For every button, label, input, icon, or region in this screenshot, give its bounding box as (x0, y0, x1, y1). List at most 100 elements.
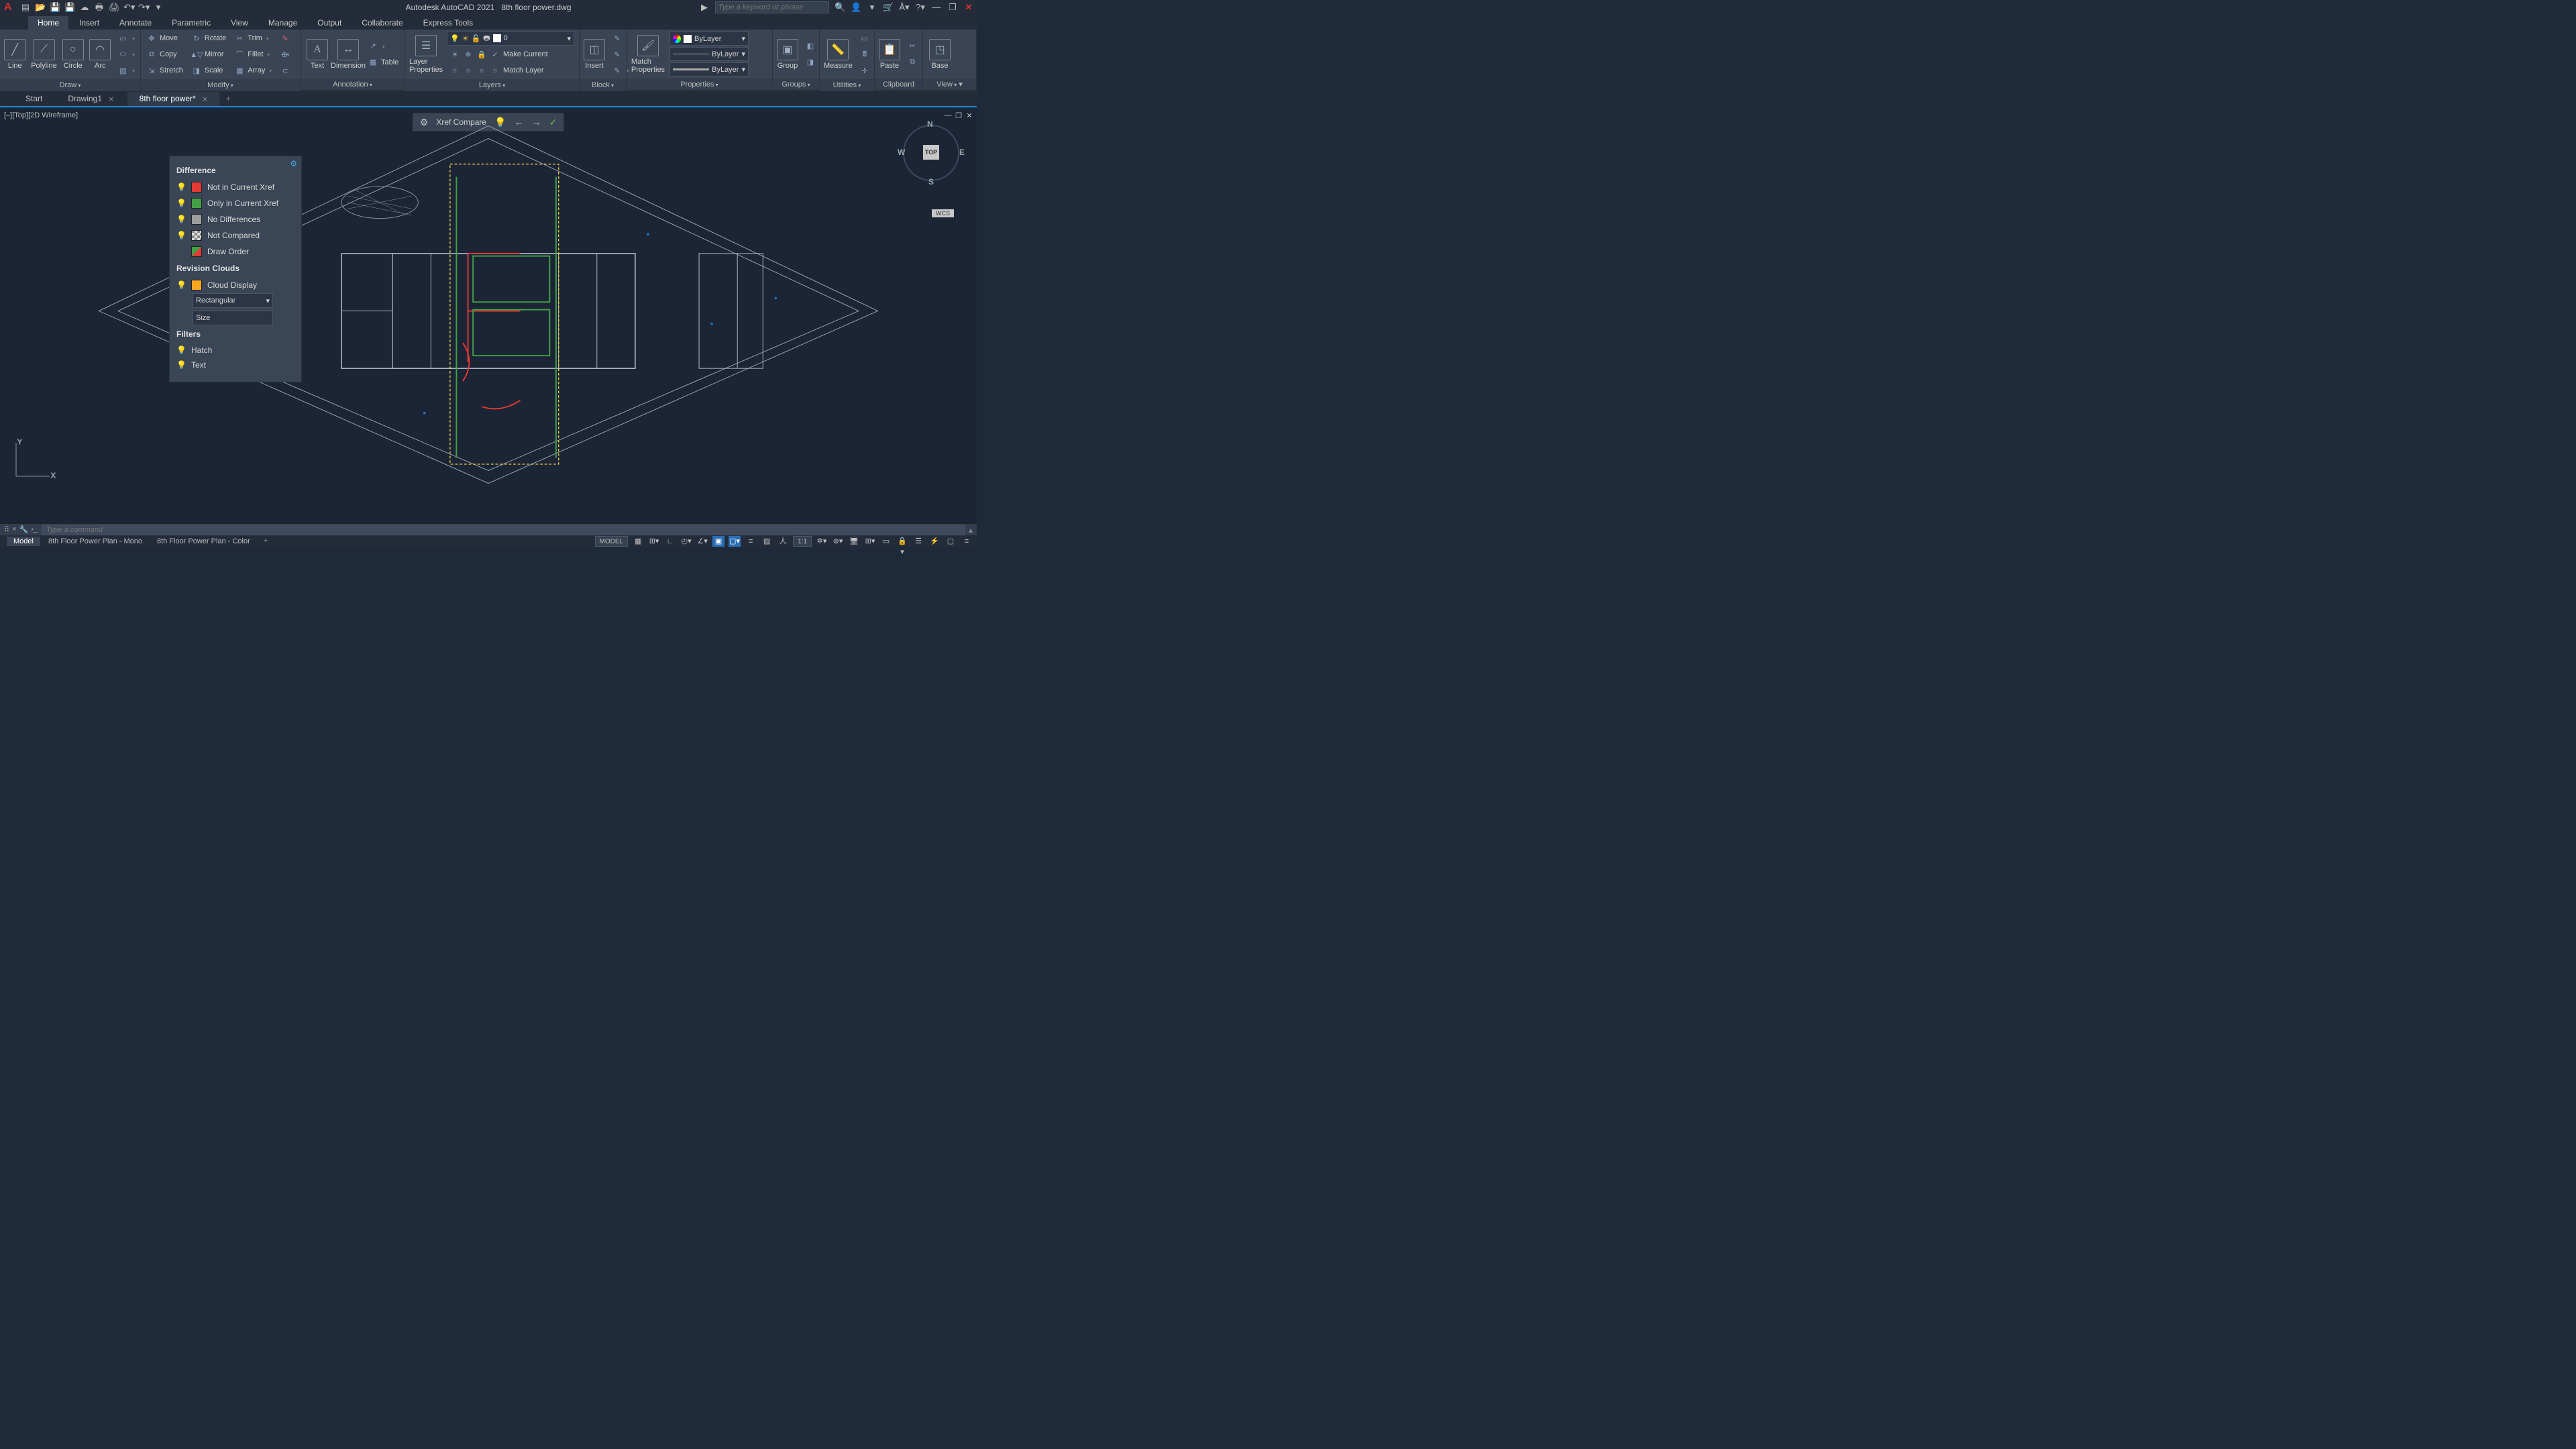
otrack-icon[interactable]: ▢▾ (729, 536, 741, 547)
bulb-icon[interactable]: 💡 (176, 182, 186, 192)
color-swatch-draworder[interactable] (191, 246, 202, 257)
ribbon-tab-insert[interactable]: Insert (70, 16, 109, 30)
bulb-icon[interactable]: 💡 (176, 199, 186, 208)
panel-view-title[interactable]: View (936, 80, 957, 89)
ungroup-button[interactable]: ◧ (802, 39, 818, 54)
ribbon-tab-express[interactable]: Express Tools (414, 16, 482, 30)
add-tab-button[interactable]: + (221, 94, 235, 103)
save-icon[interactable]: 💾 (50, 2, 60, 13)
group-edit-button[interactable]: ◨ (802, 55, 818, 70)
panel-settings-icon[interactable]: ⚙ (290, 159, 297, 168)
panel-draw-title[interactable]: Draw (60, 81, 81, 89)
panel-block-title[interactable]: Block (592, 81, 614, 89)
panel-layers-title[interactable]: Layers (479, 81, 505, 89)
share-icon[interactable]: Å▾ (899, 2, 910, 13)
saveas-icon[interactable]: 💾 (64, 2, 75, 13)
mirror-button[interactable]: ▲▽Mirror (189, 47, 229, 62)
quick-props-icon[interactable]: ▭ (880, 536, 892, 547)
viewcube-s[interactable]: S (928, 177, 934, 186)
array-button[interactable]: ▦Array (231, 63, 274, 78)
match-layer-button[interactable]: ☼☼☼☼Match Layer (447, 63, 551, 78)
panel-clipboard-title[interactable]: Clipboard (883, 80, 914, 89)
ribbon-tab-output[interactable]: Output (308, 16, 351, 30)
ucs-icon[interactable]: YX (9, 436, 56, 483)
diff-row-not-in-current[interactable]: 💡Not in Current Xref (176, 179, 294, 195)
lock-ui-icon[interactable]: 🔒▾ (896, 536, 908, 547)
explode-button[interactable]: ⟴ (277, 47, 293, 62)
insert-button[interactable]: ◫Insert (582, 38, 606, 71)
print-icon[interactable]: 🖨 (109, 2, 119, 13)
layer-properties-button[interactable]: ☰Layer Properties (408, 34, 444, 75)
anno-scale[interactable]: 1:1 (793, 536, 812, 547)
measure-button[interactable]: 📏Measure (822, 38, 854, 71)
cycling-icon[interactable]: 人 (777, 536, 789, 547)
viewport-label[interactable]: [–][Top][2D Wireframe] (4, 111, 78, 119)
web-save-icon[interactable]: ☁ (79, 2, 90, 13)
erase-button[interactable]: ✎ (277, 31, 293, 46)
filter-text[interactable]: 💡Text (176, 358, 294, 372)
osnap-icon[interactable]: ▣ (712, 536, 724, 547)
isolate-icon[interactable]: ☰ (912, 536, 924, 547)
user-icon[interactable]: 👤 (851, 2, 861, 13)
isodraft-icon[interactable]: ∠▾ (696, 536, 708, 547)
match-properties-button[interactable]: 🖌Match Properties (629, 34, 667, 75)
color-swatch-green[interactable] (191, 198, 202, 209)
panel-groups-title[interactable]: Groups (782, 80, 810, 89)
color-swatch-red[interactable] (191, 182, 202, 193)
ribbon-tab-collaborate[interactable]: Collaborate (352, 16, 412, 30)
bulb-icon[interactable]: 💡 (176, 231, 186, 240)
cmd-handle-icon[interactable]: ⠿ (4, 525, 9, 534)
gear-icon[interactable]: ✲▾ (816, 536, 828, 547)
search-input[interactable] (715, 1, 829, 13)
viewcube-w[interactable]: W (898, 148, 905, 157)
drawing-viewport[interactable]: [–][Top][2D Wireframe] — ❐ ✕ ⚙ Xref Comp… (0, 109, 977, 523)
search-icon[interactable]: 🔍 (835, 2, 845, 13)
vp-close-icon[interactable]: ✕ (965, 111, 974, 121)
clean-screen-icon[interactable]: ▢ (945, 536, 957, 547)
viewcube-top[interactable]: TOP (923, 145, 939, 160)
calc-button[interactable]: 🖩 (857, 47, 873, 62)
model-space-toggle[interactable]: MODEL (595, 536, 629, 547)
anno-monitor-icon[interactable]: 🖥 (848, 536, 860, 547)
ribbon-tab-view[interactable]: View (221, 16, 258, 30)
ribbon-tab-annotate[interactable]: Annotate (110, 16, 161, 30)
rect-button[interactable]: ▭ (115, 31, 138, 46)
cmd-history-icon[interactable]: ▴ (965, 525, 977, 535)
add-layout-button[interactable]: + (258, 537, 273, 546)
leader-button[interactable]: ↗ (365, 39, 401, 54)
cart-icon[interactable]: 🛒 (883, 2, 894, 13)
ribbon-tab-manage[interactable]: Manage (259, 16, 307, 30)
file-tab-start[interactable]: Start (13, 92, 54, 105)
bulb-icon[interactable]: 💡 (176, 215, 186, 224)
cmd-close-icon[interactable]: × (12, 525, 16, 534)
command-input[interactable] (42, 525, 965, 535)
plot-icon[interactable]: 🖶 (94, 2, 105, 13)
bulb-icon[interactable]: 💡 (176, 280, 186, 290)
stretch-button[interactable]: ⇲Stretch (144, 63, 186, 78)
cmd-wrench-icon[interactable]: 🔧 (19, 525, 29, 534)
bulb-icon[interactable]: 💡 (176, 360, 186, 370)
app-logo[interactable]: A (4, 1, 16, 13)
layout-tab-model[interactable]: Model (7, 537, 40, 546)
circle-button[interactable]: ○Circle (61, 38, 86, 71)
group-button[interactable]: ▣Group (775, 38, 800, 71)
play-icon[interactable]: ▶ (699, 2, 710, 13)
ribbon-tab-home[interactable]: Home (28, 16, 68, 30)
file-tab-drawing1[interactable]: Drawing1× (56, 92, 125, 106)
grid-icon[interactable]: ▦ (632, 536, 644, 547)
offset-button[interactable]: ⊂ (277, 63, 293, 78)
layout-tab-mono[interactable]: 8th Floor Power Plan - Mono (42, 537, 149, 546)
bulb-icon[interactable]: 💡 (176, 345, 186, 355)
undo-icon[interactable]: ↶▾ (123, 2, 134, 13)
transparency-icon[interactable]: ▨ (761, 536, 773, 547)
cloud-size-input[interactable] (193, 311, 273, 325)
units-icon[interactable]: ⊞▾ (864, 536, 876, 547)
close-icon[interactable]: × (109, 94, 114, 104)
rotate-button[interactable]: ↻Rotate (189, 31, 229, 46)
color-swatch-orange[interactable] (191, 280, 202, 290)
dimension-button[interactable]: ↔Dimension (334, 38, 362, 71)
lineweight-icon[interactable]: ≡ (745, 536, 757, 547)
snap-icon[interactable]: ⊞▾ (648, 536, 660, 547)
layout-tab-color[interactable]: 8th Floor Power Plan - Color (150, 537, 257, 546)
fillet-button[interactable]: ⌒Fillet (231, 47, 274, 62)
